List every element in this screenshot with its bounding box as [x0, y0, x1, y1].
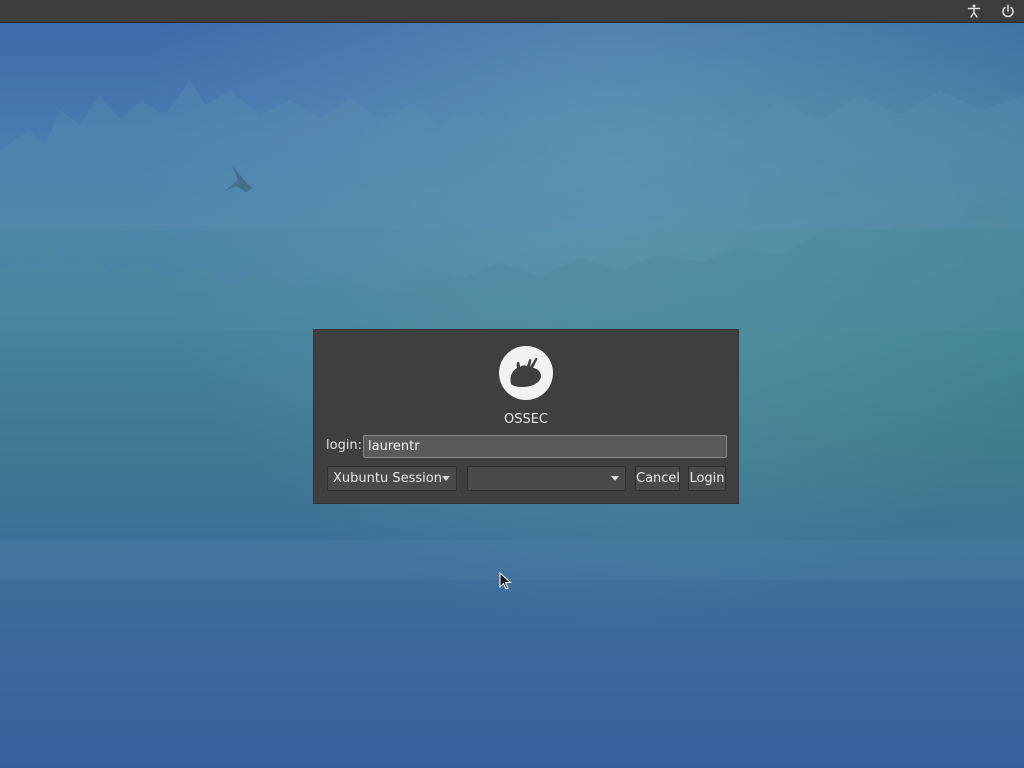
chevron-down-icon	[611, 476, 619, 481]
login-label: login:	[326, 438, 363, 453]
mouse-pointer-icon	[499, 572, 512, 590]
login-dialog: OSSEC login: Xubuntu Session Cancel Logi…	[313, 329, 739, 504]
accessibility-icon[interactable]	[966, 3, 982, 19]
hostname-label: OSSEC	[503, 412, 549, 427]
login-button[interactable]: Login	[688, 466, 726, 491]
login-input[interactable]	[363, 435, 727, 458]
chevron-down-icon	[442, 476, 450, 481]
top-panel	[0, 0, 1024, 23]
session-select[interactable]: Xubuntu Session	[327, 466, 457, 491]
xubuntu-logo-icon	[499, 346, 553, 400]
cancel-button[interactable]: Cancel	[635, 466, 680, 491]
power-icon[interactable]	[1000, 3, 1016, 19]
far-treeline	[0, 80, 1024, 230]
language-select[interactable]	[467, 466, 626, 491]
session-select-value: Xubuntu Session	[333, 471, 442, 486]
